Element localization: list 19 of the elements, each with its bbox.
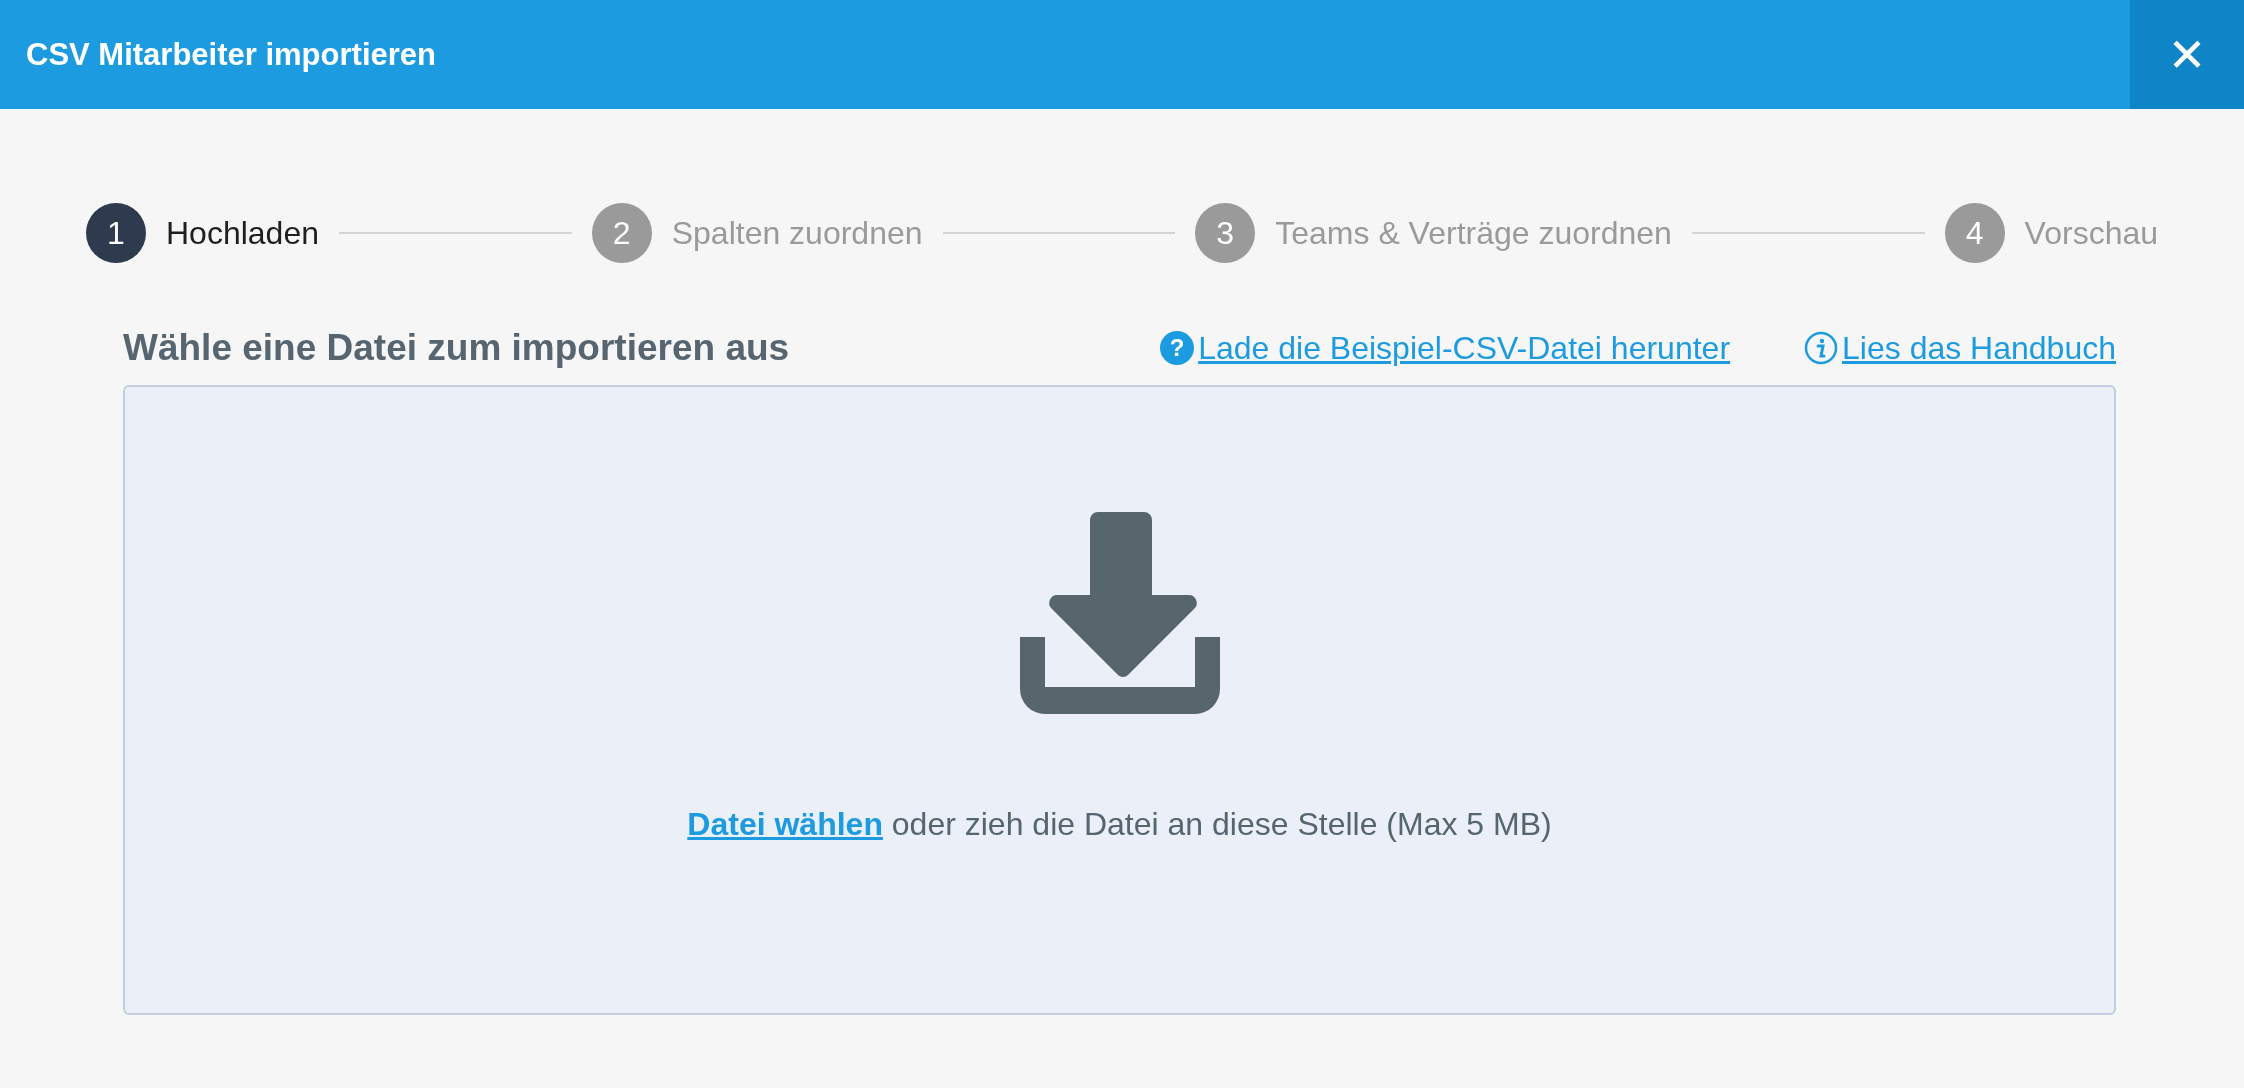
help-link[interactable]: ? Lade die Beispiel-CSV-Datei herunter bbox=[1160, 329, 1731, 367]
step-number: 4 bbox=[1944, 203, 2005, 263]
drop-zone[interactable]: Datei wählen oder zieh die Datei an diese Stelle (Max 5 MB) bbox=[123, 385, 2116, 1015]
step-tab[interactable]: 1 Hochladen bbox=[86, 203, 319, 263]
info-link[interactable]: Lies das Handbuch bbox=[1804, 329, 2116, 367]
step-number: 3 bbox=[1195, 203, 1256, 263]
info-icon bbox=[1804, 331, 1839, 365]
step-number: 1 bbox=[86, 203, 146, 263]
step-tab[interactable]: 4 Vorschau bbox=[1944, 203, 2158, 263]
step-tab[interactable]: 2 Spalten zuordnen bbox=[591, 203, 923, 263]
drop-instruction: Datei wählen oder zieh die Datei an diese Stelle (Max 5 MB) bbox=[687, 806, 1552, 843]
download-icon bbox=[1019, 512, 1220, 714]
help-icon: ? bbox=[1160, 331, 1195, 365]
close-button[interactable]: ✕ bbox=[2130, 0, 2244, 109]
step-number: 2 bbox=[591, 203, 652, 263]
section-heading: Wähle eine Datei zum importieren aus bbox=[123, 327, 791, 369]
dialog-title: CSV Mitarbeiter importieren bbox=[25, 36, 436, 73]
choose-file-link[interactable]: Datei wählen bbox=[687, 806, 883, 842]
step-tab[interactable]: 3 Teams & Verträge zuordnen bbox=[1195, 203, 1672, 263]
